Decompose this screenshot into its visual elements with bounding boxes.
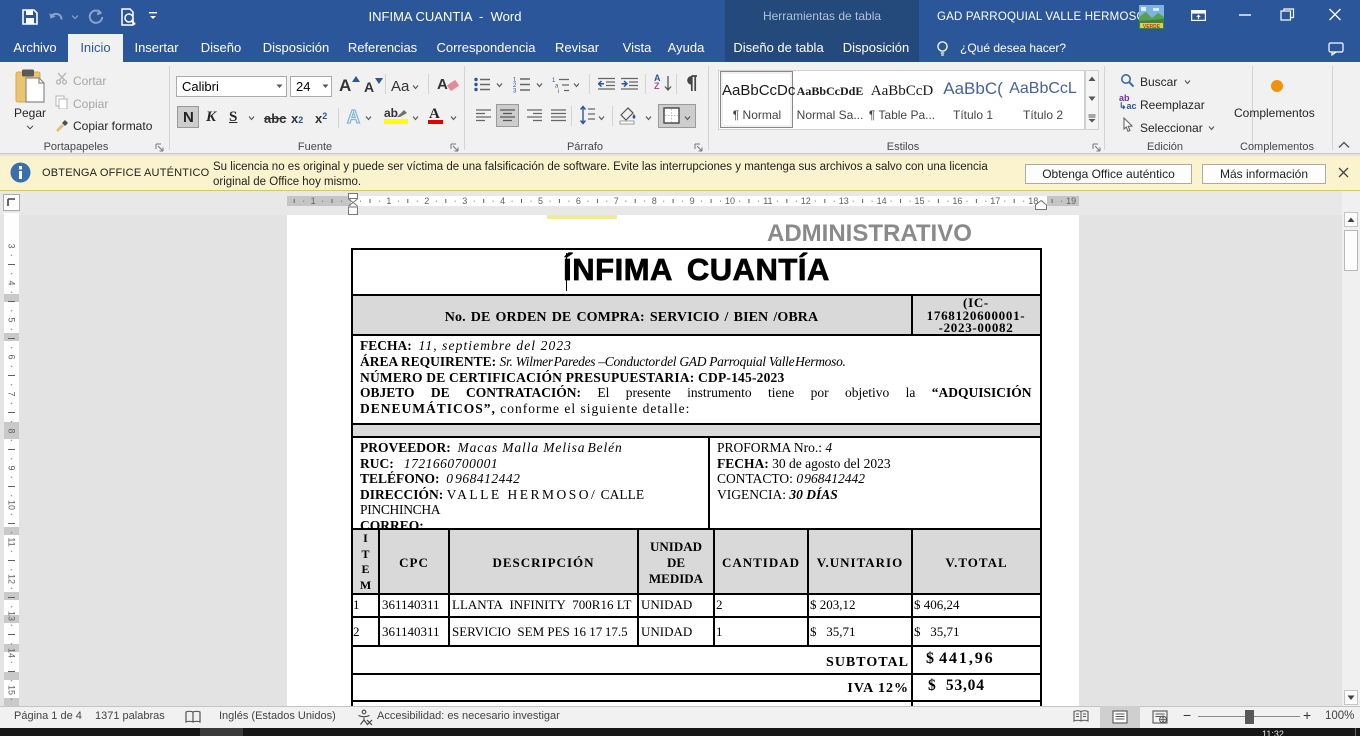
svg-text:16: 16 [952,196,962,206]
svg-text:5: 5 [538,196,543,206]
svg-text:15: 15 [7,685,17,695]
svg-text:11: 11 [763,196,772,206]
svg-text:7: 7 [614,196,619,206]
svg-text:i: i [558,89,559,93]
svg-text:1: 1 [386,196,391,206]
svg-text:14: 14 [877,196,887,206]
svg-text:8: 8 [652,196,657,206]
svg-text:9: 9 [7,465,17,470]
svg-text:VERDE: VERDE [1143,24,1161,29]
svg-text:10: 10 [725,196,735,206]
svg-text:19: 19 [1066,196,1076,206]
svg-text:15: 15 [914,196,924,206]
svg-text:7: 7 [7,391,17,396]
svg-text:3: 3 [513,89,517,94]
svg-text:8: 8 [7,428,17,433]
svg-text:17: 17 [990,196,1000,206]
svg-text:13: 13 [839,196,849,206]
svg-text:4: 4 [500,196,505,206]
svg-text:5: 5 [7,317,17,322]
svg-text:4: 4 [7,280,17,285]
svg-text:13: 13 [7,611,17,621]
svg-text:6: 6 [7,354,17,359]
svg-text:11: 11 [7,537,17,546]
svg-text:1: 1 [311,196,316,206]
svg-text:9: 9 [690,196,695,206]
svg-text:3: 3 [462,196,467,206]
svg-text:2: 2 [424,196,429,206]
svg-text:6: 6 [576,196,581,206]
svg-text:10: 10 [7,500,17,510]
svg-text:14: 14 [7,648,17,658]
svg-text:12: 12 [801,196,811,206]
svg-text:3: 3 [7,243,17,248]
svg-text:12: 12 [7,574,17,584]
